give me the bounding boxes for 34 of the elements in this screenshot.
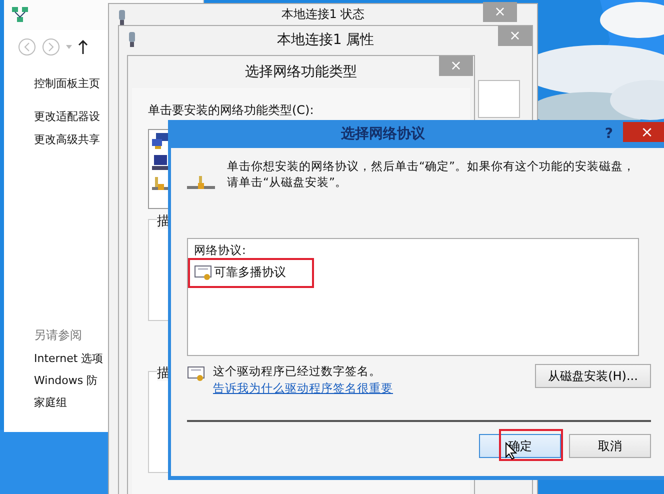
sidebar-link[interactable]: Internet 选项	[34, 351, 104, 366]
network-icon	[12, 7, 28, 23]
computer-icon	[152, 155, 168, 171]
sidebar-link[interactable]: 更改适配器设	[34, 109, 100, 124]
install-from-disk-button[interactable]: 从磁盘安装(H)...	[535, 364, 651, 388]
sidebar-link[interactable]: 控制面板主页	[34, 76, 100, 91]
cancel-button[interactable]: 取消	[569, 434, 651, 458]
help-button[interactable]: ?	[600, 126, 617, 142]
back-icon[interactable]	[18, 38, 36, 56]
instruction-text: 单击你想安装的网络协议，然后单击“确定”。如果你有这个功能的安装磁盘，请单击“从磁盘安装”。	[227, 158, 636, 190]
dialog-title: 选择网络协议	[340, 125, 426, 143]
highlight-frame	[499, 429, 563, 461]
help-link[interactable]: 告诉我为什么驱动程序签名很重要	[213, 381, 527, 396]
sidebar-link[interactable]: 更改高级共享	[34, 132, 100, 147]
prompt-text: 单击要安装的网络功能类型(C):	[148, 102, 315, 119]
close-button[interactable]: ×	[623, 122, 664, 142]
up-arrow-icon[interactable]	[78, 40, 88, 54]
list-label: 网络协议:	[194, 243, 247, 258]
sidebar-link[interactable]: Windows 防	[34, 373, 98, 388]
plug-icon	[127, 32, 137, 47]
forward-icon[interactable]	[42, 38, 60, 56]
certificate-icon	[194, 265, 212, 280]
computers-icon	[152, 133, 168, 149]
list-item[interactable]: 可靠多播协议	[194, 263, 286, 282]
sidebar-link[interactable]: 家庭组	[34, 395, 67, 410]
certificate-icon	[187, 366, 205, 381]
signature-note: 这个驱动程序已经过数字签名。	[213, 364, 382, 379]
window-title: 本地连接1 属性	[276, 31, 374, 49]
network-cable-icon	[187, 176, 215, 189]
section-heading: 另请参阅	[34, 327, 83, 344]
caret-icon[interactable]	[66, 45, 72, 49]
plug-icon	[117, 10, 127, 25]
window-title: 本地连接1 状态	[281, 7, 365, 22]
window-title: 选择网络功能类型	[245, 63, 357, 81]
